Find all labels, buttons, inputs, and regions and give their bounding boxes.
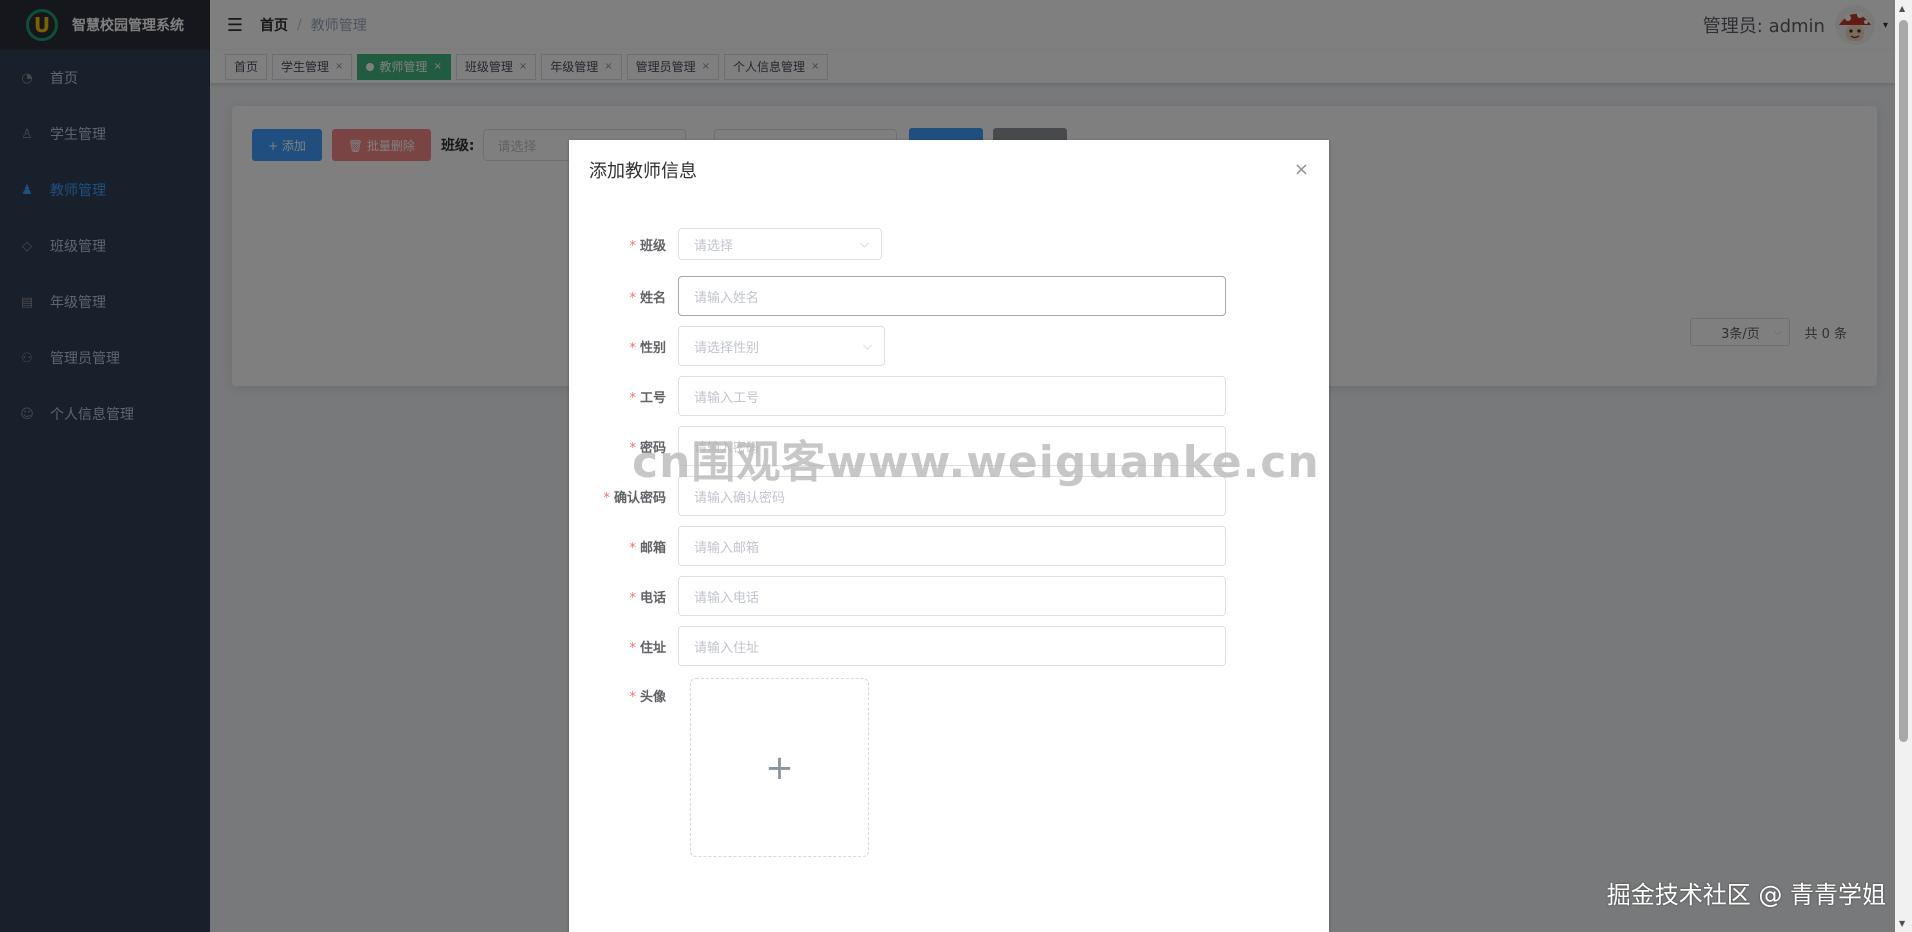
form-input[interactable]: 请输入姓名 bbox=[678, 276, 1226, 316]
form-select[interactable]: 请选择 ⌵ bbox=[678, 228, 882, 260]
chevron-down-icon: ⌵ bbox=[859, 236, 869, 251]
form-select[interactable]: 请选择性别 ⌵ bbox=[678, 326, 885, 366]
watermark-center: cn围观客www.weiguanke.cn bbox=[632, 437, 1320, 488]
scroll-up-icon[interactable]: ▲ bbox=[1899, 4, 1905, 13]
dialog-title: 添加教师信息 bbox=[589, 161, 697, 182]
required-mark: * bbox=[629, 340, 636, 356]
form-label-text: 确认密码 bbox=[613, 490, 666, 506]
plus-icon: + bbox=[765, 747, 794, 788]
required-mark: * bbox=[603, 490, 610, 506]
required-mark: * bbox=[629, 690, 636, 705]
form-row: * 班级 请选择 ⌵ bbox=[569, 228, 1329, 260]
form-label-text: 姓名 bbox=[639, 290, 666, 306]
form-label: * 性别 bbox=[569, 337, 678, 356]
form-label: * 邮箱 bbox=[569, 537, 678, 556]
placeholder-text: 请输入工号 bbox=[694, 390, 760, 406]
form-label-text: 头像 bbox=[639, 690, 666, 705]
form-label-text: 邮箱 bbox=[639, 540, 666, 556]
form-label: * 头像 bbox=[569, 678, 678, 705]
add-teacher-dialog: 添加教师信息 × * 班级 请选择 ⌵ * 姓名 请输入姓名 * 性别 请选择性别 ⌵ * 工号 请输入工… bbox=[569, 140, 1329, 932]
required-mark: * bbox=[629, 290, 636, 306]
scroll-down-icon[interactable]: ▼ bbox=[1899, 919, 1905, 928]
page-scrollbar[interactable]: ▲ ▼ bbox=[1895, 0, 1912, 932]
form-label: * 姓名 bbox=[569, 287, 678, 306]
scrollbar-thumb[interactable] bbox=[1899, 20, 1908, 742]
form-label-text: 住址 bbox=[639, 640, 666, 656]
form-input[interactable]: 请输入邮箱 bbox=[678, 526, 1226, 566]
chevron-down-icon: ⌵ bbox=[862, 338, 872, 353]
required-mark: * bbox=[629, 540, 636, 556]
form-input[interactable]: 请输入电话 bbox=[678, 576, 1226, 616]
placeholder-text: 请选择性别 bbox=[694, 340, 760, 356]
form-label-text: 电话 bbox=[639, 590, 666, 606]
form-input[interactable]: 请输入工号 bbox=[678, 376, 1226, 416]
placeholder-text: 请输入姓名 bbox=[694, 290, 760, 306]
required-mark: * bbox=[629, 590, 636, 606]
placeholder-text: 请输入邮箱 bbox=[694, 540, 760, 556]
form-row: * 邮箱 请输入邮箱 bbox=[569, 526, 1329, 566]
required-mark: * bbox=[629, 640, 636, 656]
form-label: * 工号 bbox=[569, 387, 678, 406]
form-row-avatar: * 头像 + bbox=[569, 678, 1329, 858]
placeholder-text: 请输入住址 bbox=[694, 640, 760, 656]
form-row: * 住址 请输入住址 bbox=[569, 626, 1329, 666]
form-label: * 住址 bbox=[569, 637, 678, 656]
form-row: * 性别 请选择性别 ⌵ bbox=[569, 326, 1329, 366]
required-mark: * bbox=[629, 390, 636, 406]
form-row: * 姓名 请输入姓名 bbox=[569, 276, 1329, 316]
placeholder-text: 请选择 bbox=[694, 238, 734, 254]
form-label: * 电话 bbox=[569, 587, 678, 606]
form-label: * 班级 bbox=[569, 235, 678, 254]
form-row: * 工号 请输入工号 bbox=[569, 376, 1329, 416]
form-row: * 电话 请输入电话 bbox=[569, 576, 1329, 616]
avatar-upload[interactable]: + bbox=[690, 678, 869, 857]
dialog-header: 添加教师信息 × bbox=[569, 140, 1329, 194]
placeholder-text: 请输入电话 bbox=[694, 590, 760, 606]
form-label-text: 班级 bbox=[639, 238, 666, 254]
required-mark: * bbox=[629, 238, 636, 254]
form-input[interactable]: 请输入住址 bbox=[678, 626, 1226, 666]
close-icon[interactable]: × bbox=[1294, 158, 1309, 182]
watermark-corner: 掘金技术社区 @ 青青学姐 bbox=[1606, 881, 1886, 909]
form-label-text: 性别 bbox=[639, 340, 666, 356]
form-label-text: 工号 bbox=[639, 390, 666, 406]
